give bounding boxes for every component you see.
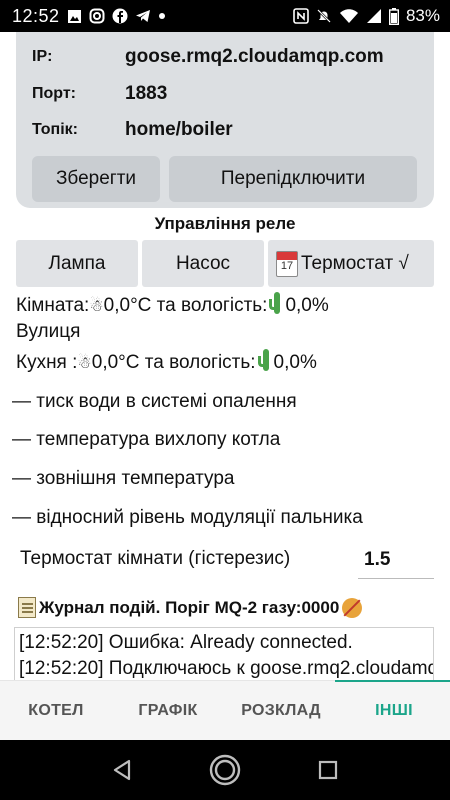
status-bar: 12:52 83% (0, 0, 450, 32)
topic-row: Топік: home/boiler (32, 119, 413, 141)
tab-chart[interactable]: ГРАФІК (112, 681, 224, 741)
street-sensor: Вулиця (16, 321, 81, 342)
room-temp: 0,0°C та вологість: (103, 295, 268, 316)
image-icon (67, 9, 82, 24)
thermostat-button[interactable]: 17 Термостат √ (268, 240, 434, 287)
port-value[interactable]: 1883 (125, 83, 413, 105)
tab-boiler[interactable]: КОТЕЛ (0, 681, 112, 741)
legend-outdoor-temp: — зовнішня температура (12, 468, 235, 489)
legend-water-pressure: — тиск води в системі опалення (12, 391, 297, 412)
calendar-icon: 17 (276, 250, 298, 277)
cactus-icon (269, 292, 283, 314)
home-icon[interactable] (203, 748, 247, 792)
legend-modulation: — відносний рівень модуляції пальника (12, 507, 363, 528)
battery-percent: 83% (405, 6, 440, 25)
nfc-icon (293, 8, 309, 24)
thermostat-label: Термостат √ (301, 252, 409, 274)
topic-label: Топік: (32, 121, 78, 138)
signal-icon (366, 8, 382, 24)
lamp-button[interactable]: Лампа (16, 240, 138, 287)
hysteresis-input[interactable] (358, 541, 434, 579)
document-icon (18, 597, 36, 618)
log-box[interactable]: [12:52:20] Ошибка: Already connected. [1… (14, 627, 434, 681)
port-label: Порт: (32, 85, 76, 102)
status-time: 12:52 (12, 5, 60, 26)
ip-row: IP: goose.rmq2.cloudamqp.com (32, 46, 413, 68)
battery-icon (388, 7, 399, 25)
thermometer-face-icon: ☃ (77, 353, 92, 372)
status-right: 83% (293, 6, 440, 26)
thermometer-face-icon: ☃ (89, 296, 104, 315)
log-line: [12:52:20] Подключаюсь к goose.rmq2.clou… (19, 658, 433, 679)
no-bell-icon (342, 597, 363, 618)
room-sensor: Кімната:☃0,0°C та вологість: 0,0% (16, 292, 329, 317)
hysteresis-label: Термостат кімнати (гістерезис) (20, 548, 291, 569)
instagram-icon (89, 8, 105, 24)
kitchen-humidity: 0,0% (273, 352, 317, 373)
wifi-icon (339, 8, 359, 24)
facebook-icon (112, 8, 128, 24)
recents-icon[interactable] (306, 748, 350, 792)
kitchen-sensor: Кухня :☃0,0°C та вологість: 0,0% (16, 349, 317, 374)
telegram-icon (135, 8, 151, 24)
room-prefix: Кімната: (16, 295, 90, 316)
connection-card: IP: goose.rmq2.cloudamqp.com Порт: 1883 … (16, 32, 434, 208)
status-left: 12:52 (12, 6, 166, 27)
dot-icon (158, 12, 166, 20)
tab-other[interactable]: ІНШІ (338, 681, 450, 741)
back-icon[interactable] (100, 748, 144, 792)
log-line: [12:52:20] Ошибка: Already connected. (19, 632, 353, 653)
log-title-text: Журнал подій. Поріг MQ-2 газу:0000 (39, 597, 340, 617)
calendar-day: 17 (280, 259, 294, 272)
room-humidity: 0,0% (285, 295, 329, 316)
ip-value[interactable]: goose.rmq2.cloudamqp.com (125, 46, 413, 68)
relay-title: Управління реле (154, 214, 296, 233)
pump-button[interactable]: Насос (142, 240, 264, 287)
ip-label: IP: (32, 48, 53, 65)
bottom-tab-bar: КОТЕЛ ГРАФІК РОЗКЛАД ІНШІ (0, 680, 450, 740)
reconnect-button[interactable]: Перепідключити (169, 156, 417, 202)
kitchen-prefix: Кухня : (16, 352, 78, 373)
cactus-icon (257, 349, 272, 371)
mute-icon (316, 8, 332, 24)
legend-exhaust-temp: — температура вихлопу котла (12, 429, 281, 450)
save-button[interactable]: Зберегти (32, 156, 160, 202)
active-tab-indicator (335, 680, 450, 682)
tab-schedule[interactable]: РОЗКЛАД (224, 681, 338, 741)
port-row: Порт: 1883 (32, 83, 413, 105)
topic-value[interactable]: home/boiler (125, 119, 413, 141)
log-title: Журнал подій. Поріг MQ-2 газу:0000 (18, 597, 363, 618)
navigation-bar (0, 740, 450, 800)
kitchen-temp: 0,0°C та вологість: (91, 352, 256, 373)
